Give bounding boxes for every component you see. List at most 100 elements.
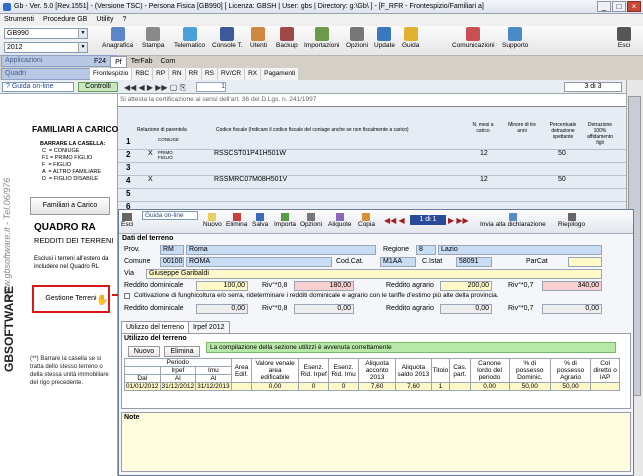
console-icon: [220, 27, 235, 41]
riepilogo-button[interactable]: Riepilogo: [558, 213, 585, 228]
prov-field[interactable]: RM: [160, 245, 184, 255]
dialog-prev-nav[interactable]: ◀◀ ◀: [384, 216, 405, 225]
dialog-next-nav[interactable]: ▶ ▶▶: [448, 216, 469, 225]
rates-icon: [335, 213, 344, 221]
stampa-button[interactable]: Stampa: [142, 27, 164, 49]
tab-com[interactable]: Com: [156, 56, 179, 68]
note-panel[interactable]: [121, 412, 631, 472]
guida-button[interactable]: Guida: [402, 27, 419, 49]
tab-pf[interactable]: Pf: [110, 56, 127, 68]
model-select[interactable]: GB990 ▼: [4, 28, 88, 39]
col-col-diretto: Col diretto o IAP: [590, 358, 620, 383]
nuovo-utilizzo-button[interactable]: Nuovo: [128, 346, 160, 357]
menu-help[interactable]: ?: [122, 14, 126, 26]
tab-rx[interactable]: RX: [245, 68, 262, 80]
utilizzo-grid: Periodo Area Edif. Valore venale area ed…: [124, 358, 620, 391]
tab-rr[interactable]: RR: [186, 68, 202, 80]
via-field[interactable]: Giuseppe Garibaldi: [146, 269, 602, 279]
parcat-field[interactable]: [568, 257, 602, 267]
table-row: 5: [118, 189, 626, 202]
year-select[interactable]: 2012 ▼: [4, 42, 88, 53]
reddito-dominicale-field[interactable]: 100,00: [196, 281, 248, 291]
col-area-edif: Area Edif.: [230, 358, 253, 383]
record-nav[interactable]: ◀◀ ◀ ▶ ▶▶ ▢ ⎘: [124, 83, 186, 92]
dialog-importa-button[interactable]: Importa: [274, 213, 296, 228]
funghicoltura-checkbox[interactable]: [124, 293, 130, 299]
guida-online-button[interactable]: ? Guida on-line: [2, 82, 74, 92]
esci-button[interactable]: Esci: [617, 27, 631, 49]
col-titolo: Titolo: [430, 358, 451, 383]
col-relazione: Relazione di parentela: [137, 127, 187, 133]
importazioni-button[interactable]: Importazioni: [304, 27, 339, 49]
tab-rvcr[interactable]: RV/CR: [218, 68, 246, 80]
table-row[interactable]: 01/01/2012 31/12/2012 31/12/2013 0,00 0 0 7,…: [124, 382, 620, 391]
brand-logo: GBSOFTWARE: [2, 286, 16, 372]
tab-rn[interactable]: RN: [169, 68, 186, 80]
copy-icon: [362, 213, 371, 221]
tab-pagamenti[interactable]: Pagamenti: [261, 68, 300, 80]
tab-rbc[interactable]: RBC: [132, 68, 154, 80]
menu-strumenti[interactable]: Strumenti: [4, 14, 34, 26]
dialog-copia-button[interactable]: Copia: [358, 213, 375, 228]
backup-button[interactable]: Backup: [276, 27, 298, 49]
utenti-button[interactable]: Utenti: [250, 27, 267, 49]
invia-dichiarazione-button[interactable]: Invia alla dichiarazione: [480, 213, 546, 228]
maximize-button[interactable]: □: [612, 1, 626, 12]
dialog-opzioni-button[interactable]: Opzioni: [300, 213, 322, 228]
menu-procedure[interactable]: Procedure GB: [43, 14, 87, 26]
reddito-agrario-2-label: Reddito agrario: [386, 305, 434, 312]
prov-name-field[interactable]: Roma: [186, 245, 376, 255]
tab-f24[interactable]: F24: [90, 56, 110, 68]
reddito-dominicale-riv-2-field: 0,00: [294, 304, 354, 314]
dialog-nuovo-button[interactable]: Nuovo: [203, 213, 222, 228]
supporto-button[interactable]: Supporto: [502, 27, 528, 49]
tab-terfab[interactable]: TerFab: [127, 56, 157, 68]
reddito-dominicale-label: Reddito dominicale: [124, 282, 184, 289]
anagrafica-button[interactable]: Anagrafica: [102, 27, 133, 49]
col-cas-part: Cas. part.: [449, 358, 471, 383]
riv-2-label: Riv°*0,8: [262, 305, 288, 312]
dialog-salva-button[interactable]: Salva: [252, 213, 268, 228]
tab-irpef[interactable]: Irpef 2012: [188, 321, 230, 333]
comune-code-field[interactable]: 00100: [160, 257, 184, 267]
page-field[interactable]: 1: [196, 82, 226, 92]
close-button[interactable]: ×: [627, 1, 641, 12]
col-aliq-saldo: Aliquota saldo 2013: [395, 358, 432, 383]
save-icon: [256, 213, 265, 221]
person-card-icon: [110, 27, 125, 41]
status-message: La compilazione della sezione utilizzi è…: [206, 342, 616, 353]
codcat-field[interactable]: M1AA: [380, 257, 416, 267]
regione-code-field[interactable]: 8: [416, 245, 436, 255]
cistat-field[interactable]: 58091: [456, 257, 492, 267]
dialog-aliquote-button[interactable]: Aliquote: [328, 213, 352, 228]
col-al-irpef: Al: [159, 374, 197, 383]
col-imu: Imu: [195, 366, 232, 375]
cf-field[interactable]: RSSCST01P41H501W: [214, 150, 286, 157]
telematico-button[interactable]: Telematico: [174, 27, 205, 49]
console-button[interactable]: Console T.: [212, 27, 243, 49]
reddito-agrario-field[interactable]: 200,00: [440, 281, 492, 291]
cf-field[interactable]: RSSMRC07M08H501V: [214, 176, 287, 183]
window-title: Gb - Ver. 5.0 [Rev.1551] - (Versione TSC…: [14, 3, 484, 10]
controlli-button[interactable]: Controlli: [78, 82, 118, 92]
quadro-tabs: Frontespizio RBC RP RN RR RS RV/CR RX Pa…: [90, 68, 300, 80]
tab-rp[interactable]: RP: [153, 68, 170, 80]
regione-field[interactable]: Lazio: [438, 245, 602, 255]
familiari-button[interactable]: Familiari a Carico: [30, 197, 110, 215]
update-button[interactable]: Update: [374, 27, 395, 49]
tab-frontespizio[interactable]: Frontespizio: [90, 68, 133, 80]
comune-field[interactable]: ROMA: [186, 257, 332, 267]
dialog-guida-button[interactable]: Guida on-line: [142, 211, 198, 220]
table-row: 2 X PRIMO FIGLIO RSSCST01P41H501W 12 50: [118, 150, 626, 163]
tab-utilizzo[interactable]: Utilizzo del terreno: [121, 321, 189, 333]
legend-title: BARRARE LA CASELLA:: [40, 141, 106, 147]
opzioni-button[interactable]: Opzioni: [346, 27, 368, 49]
dialog-esci-button[interactable]: Esci: [121, 213, 133, 228]
comunicazioni-button[interactable]: Comunicazioni: [452, 27, 495, 49]
menu-utility[interactable]: Utility: [96, 14, 113, 26]
minimize-button[interactable]: _: [597, 1, 611, 12]
dialog-elimina-button[interactable]: Elimina: [226, 213, 247, 228]
send-icon: [508, 213, 517, 221]
elimina-utilizzo-button[interactable]: Elimina: [164, 346, 200, 357]
tab-rs[interactable]: RS: [202, 68, 218, 80]
